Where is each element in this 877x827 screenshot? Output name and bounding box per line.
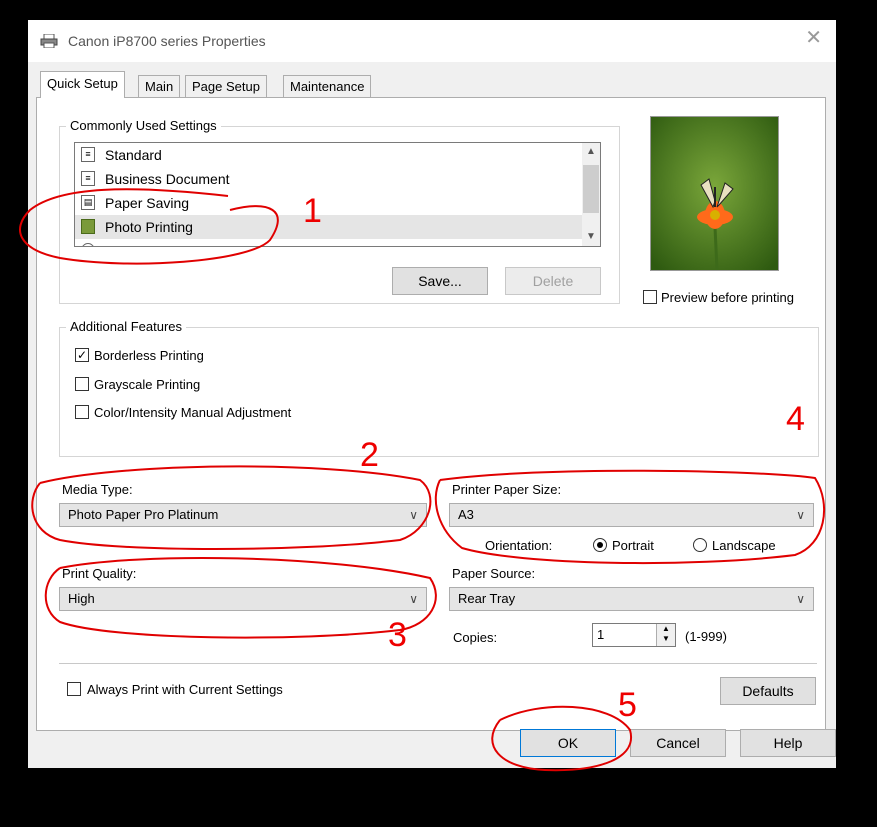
orientation-label: Orientation: [485,538,553,553]
annotation-number-4: 4 [786,400,805,438]
borderless-printing-label: Borderless Printing [94,348,204,363]
scroll-down-icon[interactable]: ▼ [582,228,600,246]
cancel-button[interactable]: Cancel [630,729,726,757]
always-print-checkbox[interactable] [67,682,81,696]
butterfly-flower-image [651,117,778,270]
list-item-envelope[interactable]: Envelope [75,239,595,246]
always-print-label: Always Print with Current Settings [87,682,283,697]
ok-button[interactable]: OK [520,729,616,757]
borderless-printing-checkbox[interactable]: ✓ [75,348,89,362]
media-type-select[interactable]: Photo Paper Pro Platinum ∨ [59,503,427,527]
divider [59,663,817,664]
chevron-down-icon: ∨ [409,508,418,522]
envelope-icon [81,243,95,246]
tab-maintenance[interactable]: Maintenance [283,75,372,97]
grayscale-printing-label: Grayscale Printing [94,377,201,392]
document-icon: ≡ [81,171,95,186]
photo-icon [81,219,95,234]
paper-saving-icon: ▤ [81,195,95,210]
title-bar[interactable]: Canon iP8700 series Properties ✕ [28,20,836,62]
list-item-standard[interactable]: ≡ Standard [75,143,595,167]
printer-paper-size-label: Printer Paper Size: [452,482,562,497]
scroll-thumb[interactable] [583,165,599,213]
color-intensity-label: Color/Intensity Manual Adjustment [94,405,292,420]
print-quality-label: Print Quality: [62,566,137,581]
window-title: Canon iP8700 series Properties [68,33,266,49]
printer-icon [40,34,58,48]
annotation-number-1: 1 [303,192,322,230]
annotation-number-3: 3 [388,616,407,654]
tab-page-setup[interactable]: Page Setup [185,75,267,97]
annotation-number-2: 2 [360,436,379,474]
copies-range: (1-999) [685,629,727,644]
list-item-business-document[interactable]: ≡ Business Document [75,167,595,191]
tab-main[interactable]: Main [138,75,181,97]
paper-source-select[interactable]: Rear Tray ∨ [449,587,814,611]
color-intensity-checkbox[interactable] [75,405,89,419]
portrait-radio[interactable] [593,538,607,552]
save-button[interactable]: Save... [392,267,488,295]
chevron-down-icon: ∨ [796,508,805,522]
scroll-up-icon[interactable]: ▲ [582,143,600,161]
preview-checkbox[interactable] [643,290,657,304]
portrait-label: Portrait [612,538,654,553]
additional-features-group: Additional Features [59,319,819,457]
grayscale-printing-checkbox[interactable] [75,377,89,391]
list-item-paper-saving[interactable]: ▤ Paper Saving [75,191,595,215]
copies-stepper[interactable]: 1 ▲ ▼ [592,623,676,647]
landscape-radio[interactable] [693,538,707,552]
chevron-down-icon: ∨ [409,592,418,606]
print-quality-select[interactable]: High ∨ [59,587,427,611]
annotation-number-5: 5 [618,686,637,724]
paper-source-label: Paper Source: [452,566,536,581]
defaults-button[interactable]: Defaults [720,677,816,705]
settings-listbox[interactable]: ≡ Standard ≡ Business Document ▤ Paper S… [74,142,601,247]
landscape-label: Landscape [712,538,776,553]
list-item-photo-printing[interactable]: Photo Printing [75,215,595,239]
preview-label: Preview before printing [661,290,794,305]
spin-arrows-icon[interactable]: ▲ ▼ [656,624,675,646]
delete-button[interactable]: Delete [505,267,601,295]
standard-icon: ≡ [81,147,95,162]
commonly-used-settings-label: Commonly Used Settings [66,118,221,133]
close-icon[interactable]: ✕ [805,28,822,48]
media-type-label: Media Type: [62,482,133,497]
printer-paper-size-select[interactable]: A3 ∨ [449,503,814,527]
help-button[interactable]: Help [740,729,836,757]
listbox-scrollbar[interactable]: ▲ ▼ [582,143,600,246]
additional-features-label: Additional Features [66,319,187,334]
chevron-down-icon: ∨ [796,592,805,606]
copies-label: Copies: [453,630,498,645]
tab-quick-setup[interactable]: Quick Setup [40,71,125,98]
preview-image [650,116,779,271]
